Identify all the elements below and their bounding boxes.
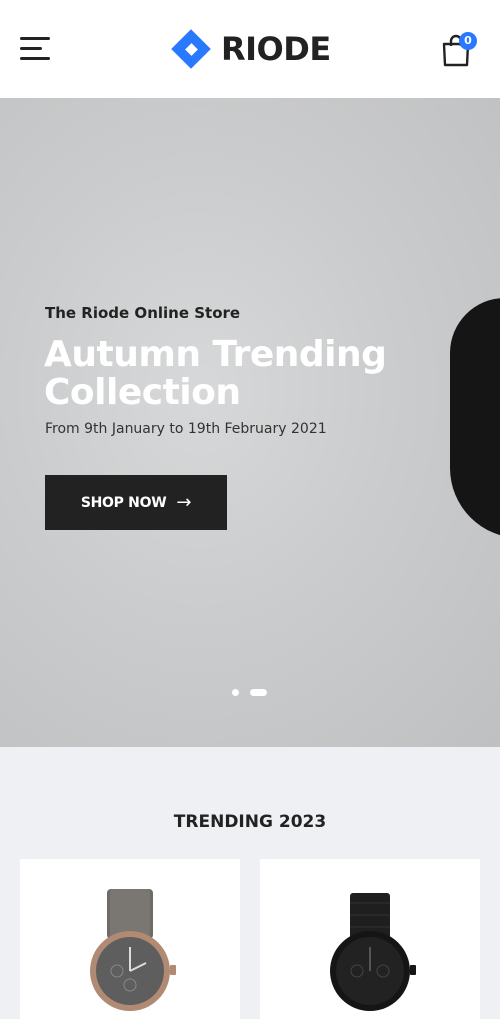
diamond-logo-icon [171, 29, 211, 69]
product-card[interactable] [20, 859, 240, 1019]
hamburger-menu-icon[interactable] [20, 37, 50, 61]
product-image [330, 893, 416, 1011]
product-card[interactable] [260, 859, 480, 1019]
hero-title-line-2: Collection [44, 372, 241, 413]
hero-model-image [450, 298, 500, 538]
hero-title: Autumn Trending Collection [44, 336, 444, 412]
shop-now-button[interactable]: SHOP NOW → [45, 475, 227, 530]
hero-banner: The Riode Online Store Autumn Trending C… [0, 98, 500, 747]
slide-dot-1[interactable] [232, 689, 239, 696]
hero-dates: From 9th January to 19th February 2021 [45, 421, 327, 437]
shop-now-label: SHOP NOW [80, 494, 167, 511]
arrow-right-icon: → [176, 492, 192, 513]
hero-subtitle: The Riode Online Store [45, 304, 241, 322]
site-logo[interactable]: RIODE [169, 27, 331, 71]
site-header: RIODE 0 [0, 0, 500, 98]
logo-text: RIODE [221, 30, 331, 68]
section-title: TRENDING 2023 [173, 812, 327, 832]
hero-title-line-1: Autumn Trending [44, 334, 387, 375]
slide-dot-2[interactable] [250, 689, 267, 696]
cart-count-badge: 0 [459, 32, 477, 50]
product-image [90, 889, 176, 1011]
